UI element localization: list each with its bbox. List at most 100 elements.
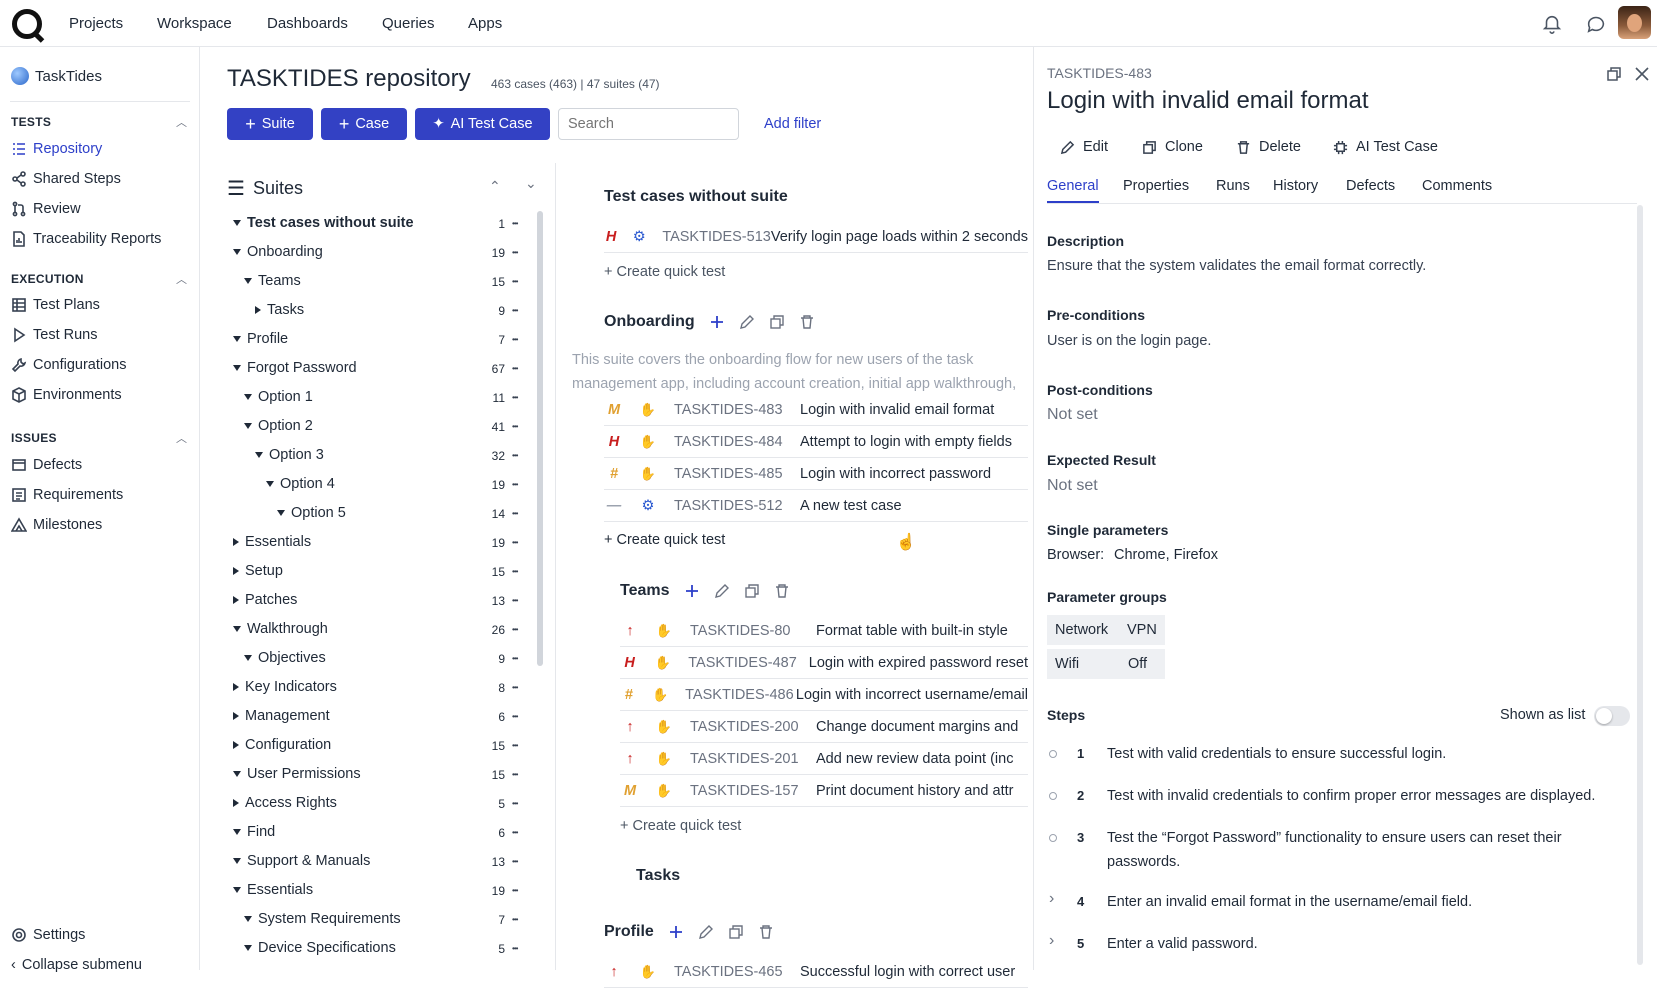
sidebar-item-defects[interactable]: Defects: [11, 457, 82, 473]
tree-node[interactable]: Access Rights: [233, 795, 337, 811]
copy-icon[interactable]: [769, 314, 785, 330]
tree-scrollbar[interactable]: [537, 211, 543, 666]
tree-node[interactable]: Objectives: [244, 650, 326, 666]
tree-node[interactable]: Essentials: [233, 534, 311, 550]
more-icon[interactable]: •••: [512, 915, 518, 924]
sidebar-item-settings[interactable]: Settings: [11, 927, 85, 943]
caret-down-icon[interactable]: [244, 655, 252, 661]
caret-down-icon[interactable]: [266, 481, 274, 487]
more-icon[interactable]: •••: [512, 799, 518, 808]
more-icon[interactable]: •••: [512, 538, 518, 547]
chevron-right-icon[interactable]: ›: [1049, 890, 1054, 908]
more-icon[interactable]: •••: [512, 944, 518, 953]
tab-runs[interactable]: Runs: [1216, 178, 1250, 194]
chevron-right-icon[interactable]: ›: [1049, 932, 1054, 950]
sidebar-item-test-plans[interactable]: Test Plans: [11, 297, 100, 313]
search-input[interactable]: [558, 108, 739, 140]
tree-node[interactable]: Option 1: [244, 389, 313, 405]
tab-comments[interactable]: Comments: [1422, 178, 1492, 194]
caret-down-icon[interactable]: [244, 423, 252, 429]
close-icon[interactable]: [1634, 66, 1650, 82]
create-quick-test-link[interactable]: + Create quick test: [604, 532, 725, 548]
pencil-icon[interactable]: [698, 924, 714, 940]
case-row[interactable]: # ✋ TASKTIDES-485 Login with incorrect pass…: [604, 458, 1028, 490]
tree-node[interactable]: User Permissions: [233, 766, 361, 782]
case-row[interactable]: M ✋ TASKTIDES-157 Print document history an…: [620, 775, 1028, 807]
chevron-up-icon[interactable]: ︿: [176, 271, 187, 287]
trash-icon[interactable]: [774, 583, 790, 599]
more-icon[interactable]: •••: [512, 828, 518, 837]
tree-node[interactable]: Management: [233, 708, 330, 724]
more-icon[interactable]: •••: [512, 509, 518, 518]
nav-dashboards[interactable]: Dashboards: [267, 15, 348, 32]
caret-right-icon[interactable]: [233, 712, 239, 720]
app-logo[interactable]: [12, 9, 42, 39]
menu-icon[interactable]: ☰: [227, 176, 245, 201]
case-row[interactable]: — ⚙ TASKTIDES-512 A new test case: [604, 490, 1028, 522]
more-icon[interactable]: •••: [512, 277, 518, 286]
more-icon[interactable]: •••: [512, 306, 518, 315]
tab-properties[interactable]: Properties: [1123, 178, 1189, 194]
tree-node[interactable]: Walkthrough: [233, 621, 328, 637]
chevron-up-icon[interactable]: ︿: [176, 430, 187, 446]
caret-down-icon[interactable]: [244, 916, 252, 922]
tree-node[interactable]: Teams: [244, 273, 301, 289]
tree-node[interactable]: Option 3: [255, 447, 324, 463]
more-icon[interactable]: •••: [512, 451, 518, 460]
caret-right-icon[interactable]: [233, 596, 239, 604]
caret-right-icon[interactable]: [233, 538, 239, 546]
tree-node[interactable]: Option 4: [266, 476, 335, 492]
caret-down-icon[interactable]: [255, 452, 263, 458]
tree-node[interactable]: Test cases without suite: [233, 215, 414, 231]
more-icon[interactable]: •••: [512, 770, 518, 779]
caret-down-icon[interactable]: [233, 220, 241, 226]
create-quick-test-link[interactable]: + Create quick test: [620, 818, 741, 834]
panel-divider[interactable]: [555, 163, 556, 970]
sidebar-item-repository[interactable]: Repository: [11, 141, 102, 157]
tree-node[interactable]: Configuration: [233, 737, 331, 753]
more-icon[interactable]: •••: [512, 567, 518, 576]
sidebar-item-milestones[interactable]: Milestones: [11, 517, 102, 533]
case-row[interactable]: ↑ ✋ TASKTIDES-80 Format table with built-in…: [620, 615, 1028, 647]
tree-node[interactable]: Key Indicators: [233, 679, 337, 695]
more-icon[interactable]: •••: [512, 335, 518, 344]
more-icon[interactable]: •••: [512, 480, 518, 489]
copy-icon[interactable]: [744, 583, 760, 599]
caret-down-icon[interactable]: [244, 945, 252, 951]
window-restore-icon[interactable]: [1606, 66, 1622, 82]
pencil-icon[interactable]: [714, 583, 730, 599]
more-icon[interactable]: •••: [512, 857, 518, 866]
tree-node[interactable]: Option 5: [277, 505, 346, 521]
add-suite-button[interactable]: + Suite: [227, 108, 313, 140]
more-icon[interactable]: •••: [512, 596, 518, 605]
plus-icon[interactable]: [668, 924, 684, 940]
tree-node[interactable]: Support & Manuals: [233, 853, 370, 869]
sidebar-item-shared-steps[interactable]: Shared Steps: [11, 171, 121, 187]
shown-as-list-toggle[interactable]: [1594, 706, 1630, 726]
sidebar-item-requirements[interactable]: Requirements: [11, 487, 123, 503]
caret-down-icon[interactable]: [233, 858, 241, 864]
case-row[interactable]: H ⚙ TASKTIDES-513 Verify login page loads w…: [604, 221, 1028, 253]
sidebar-item-environments[interactable]: Environments: [11, 387, 122, 403]
add-case-button[interactable]: + Case: [321, 108, 407, 140]
more-icon[interactable]: •••: [512, 422, 518, 431]
tree-node[interactable]: Tasks: [255, 302, 304, 318]
nav-workspace[interactable]: Workspace: [157, 15, 232, 32]
plus-icon[interactable]: [684, 583, 700, 599]
tree-node[interactable]: Setup: [233, 563, 283, 579]
case-row[interactable]: ↑ ✋ TASKTIDES-200 Change document margins a…: [620, 711, 1028, 743]
caret-down-icon[interactable]: [244, 394, 252, 400]
sidebar-item-review[interactable]: Review: [11, 201, 81, 217]
collapse-all-icon[interactable]: ⌃: [489, 178, 501, 195]
trash-icon[interactable]: [758, 924, 774, 940]
nav-apps[interactable]: Apps: [468, 15, 502, 32]
more-icon[interactable]: •••: [512, 625, 518, 634]
caret-down-icon[interactable]: [233, 887, 241, 893]
tree-node[interactable]: System Requirements: [244, 911, 401, 927]
case-row[interactable]: H ✋ TASKTIDES-487 Login with expired passwo…: [620, 647, 1028, 679]
chevron-up-icon[interactable]: ︿: [176, 114, 187, 130]
caret-down-icon[interactable]: [233, 771, 241, 777]
more-icon[interactable]: •••: [512, 654, 518, 663]
copy-icon[interactable]: [728, 924, 744, 940]
user-avatar[interactable]: [1618, 6, 1651, 39]
